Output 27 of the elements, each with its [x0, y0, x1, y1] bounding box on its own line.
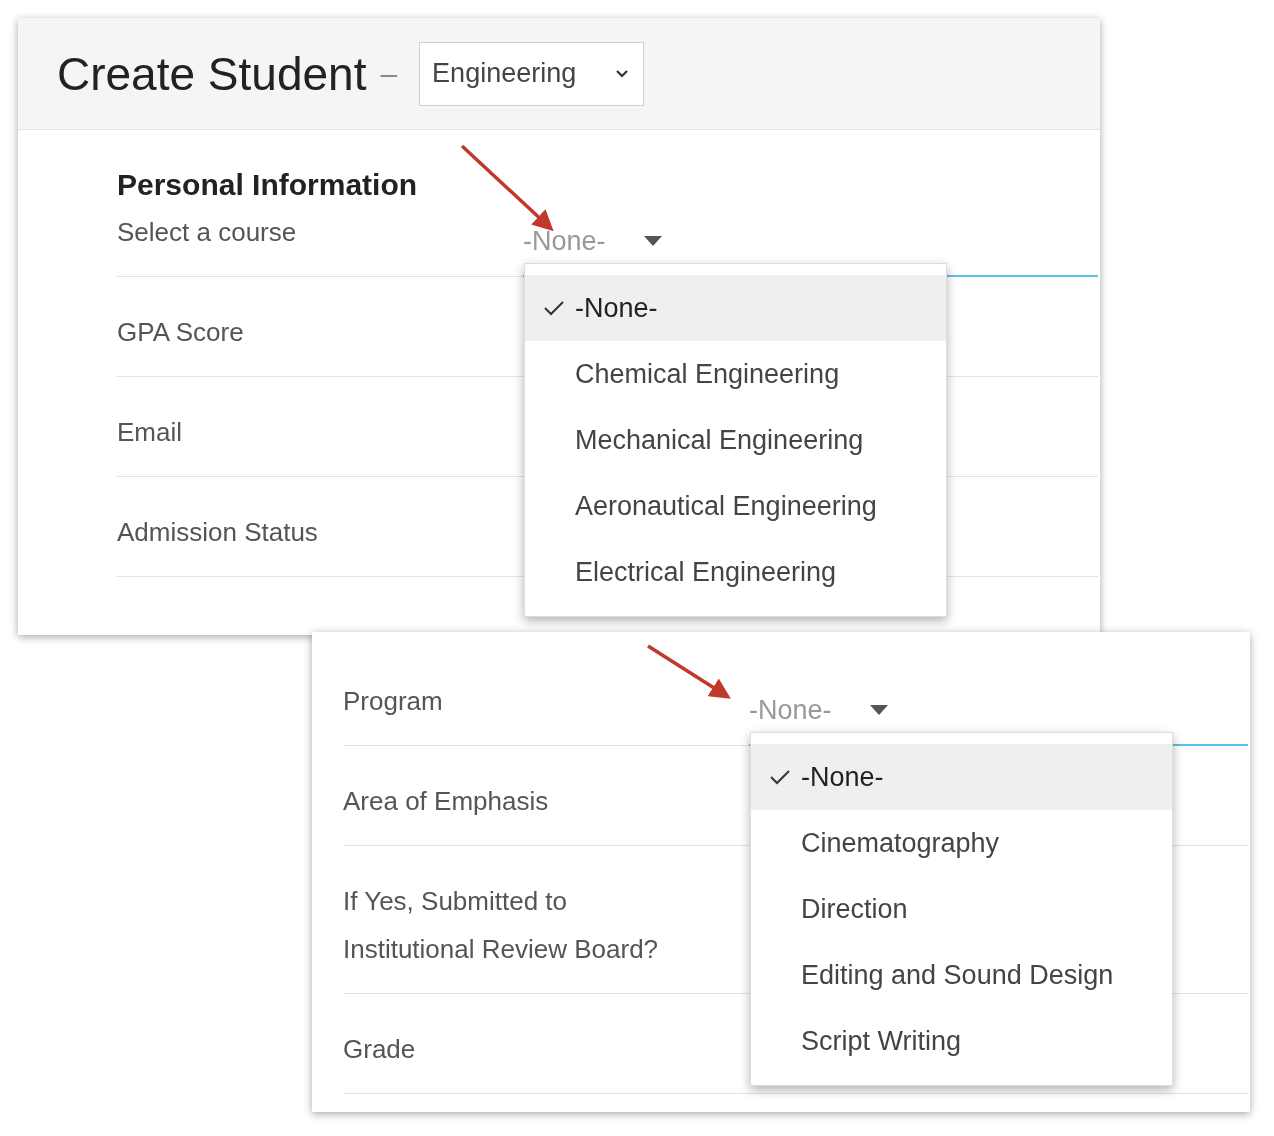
- dropdown-option[interactable]: Electrical Engineering: [525, 539, 946, 605]
- dropdown-option[interactable]: -None-: [525, 275, 946, 341]
- check-icon: [769, 769, 791, 785]
- dropdown-option[interactable]: Script Writing: [751, 1008, 1172, 1074]
- field-label: GPA Score: [117, 316, 244, 349]
- field-label: If Yes, Submitted to Institutional Review Board?: [343, 885, 660, 966]
- field-label: Select a course: [117, 216, 297, 249]
- caret-down-icon: [643, 235, 662, 246]
- dropdown-option[interactable]: Mechanical Engineering: [525, 407, 946, 473]
- field-label: Program: [343, 685, 443, 718]
- layout-select[interactable]: Engineering: [419, 41, 645, 106]
- dropdown-option[interactable]: Cinematography: [751, 810, 1172, 876]
- section-heading: Personal Information: [117, 167, 419, 203]
- form-title: Create Student: [57, 50, 367, 97]
- field-label: Admission Status: [117, 516, 318, 549]
- dropdown-option[interactable]: Direction: [751, 876, 1172, 942]
- check-icon: [543, 300, 565, 316]
- dropdown-option[interactable]: Chemical Engineering: [525, 341, 946, 407]
- field-label: Email: [117, 416, 182, 449]
- dropdown-option[interactable]: Editing and Sound Design: [751, 942, 1172, 1008]
- chevron-down-icon: [615, 68, 630, 79]
- dropdown-option[interactable]: Aeronautical Engineering: [525, 473, 946, 539]
- dropdown-option[interactable]: -None-: [751, 744, 1172, 810]
- field-label: Grade: [343, 1033, 416, 1066]
- caret-down-icon: [869, 704, 888, 715]
- title-separator: –: [380, 56, 398, 92]
- field-label: Area of Emphasis: [343, 785, 549, 818]
